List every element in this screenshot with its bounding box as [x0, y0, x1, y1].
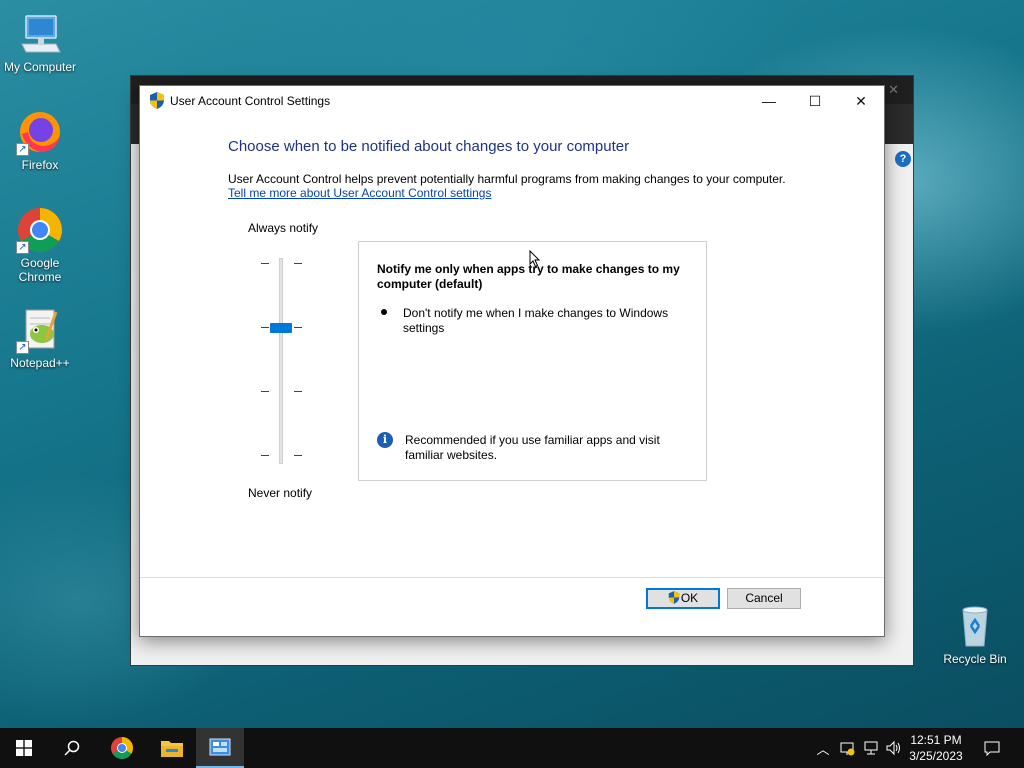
ok-button-label: OK — [680, 591, 699, 605]
slider-top-label: Always notify — [248, 221, 319, 235]
slider-tick — [261, 263, 269, 264]
shortcut-arrow-icon: ↗ — [16, 143, 29, 156]
desktop-icon-notepadpp[interactable]: ↗ Notepad++ — [0, 306, 80, 370]
help-icon[interactable]: ? — [895, 151, 911, 167]
slider-tick — [294, 263, 302, 264]
desktop-icon-label: Notepad++ — [10, 356, 70, 370]
chrome-icon — [111, 737, 133, 759]
desktop-icon-label: Recycle Bin — [943, 652, 1007, 666]
desktop-icon-label: Google Chrome — [18, 256, 62, 284]
notification-slider-thumb[interactable] — [270, 323, 292, 333]
desktop-icon-chrome[interactable]: ↗ Google Chrome — [0, 206, 80, 284]
desktop-icon-label: Firefox — [21, 158, 59, 172]
bullet-icon — [381, 309, 387, 315]
dialog-titlebar[interactable]: User Account Control Settings — ☐ ✕ — [140, 86, 884, 116]
taskbar-chrome[interactable] — [98, 728, 146, 768]
footer-separator — [140, 577, 884, 578]
start-button[interactable] — [0, 728, 48, 768]
slider-tick — [261, 455, 269, 456]
slider-tick — [294, 455, 302, 456]
dialog-description: User Account Control helps prevent poten… — [228, 172, 786, 186]
taskbar-uac-settings[interactable] — [196, 728, 244, 768]
search-icon — [64, 740, 80, 756]
taskbar: ︿ 12:51 PM 3/25/2023 — [0, 728, 1024, 768]
uac-shield-icon — [668, 591, 680, 604]
desktop-icon-label: My Computer — [3, 60, 77, 74]
taskbar-clock[interactable]: 12:51 PM 3/25/2023 — [906, 732, 966, 764]
notification-icon — [984, 741, 1000, 756]
slider-tick — [294, 327, 302, 328]
shortcut-arrow-icon: ↗ — [16, 341, 29, 354]
clock-date: 3/25/2023 — [909, 749, 963, 763]
info-icon: i — [377, 432, 393, 448]
notepadpp-icon: ↗ — [16, 306, 64, 354]
folder-icon — [161, 741, 183, 757]
computer-icon — [16, 10, 64, 58]
uac-shield-icon — [149, 92, 165, 112]
maximize-button[interactable]: ☐ — [792, 86, 838, 116]
firefox-icon: ↗ — [16, 108, 64, 156]
level-description-box: Notify me only when apps try to make cha… — [358, 241, 707, 481]
dialog-heading: Choose when to be notified about changes… — [228, 138, 630, 155]
control-panel-icon — [209, 738, 231, 756]
slider-bottom-label: Never notify — [248, 486, 313, 500]
tray-network-icon[interactable] — [862, 728, 880, 768]
clock-time: 12:51 PM — [910, 733, 962, 747]
chrome-icon: ↗ — [16, 206, 64, 254]
cancel-button[interactable]: Cancel — [727, 588, 801, 609]
learn-more-link[interactable]: Tell me more about User Account Control … — [228, 186, 491, 200]
tray-volume-icon[interactable] — [884, 728, 902, 768]
tray-network-alert-icon[interactable] — [838, 728, 856, 768]
minimize-button[interactable]: — — [746, 86, 792, 116]
ok-button[interactable]: OK — [646, 588, 720, 609]
search-button[interactable] — [48, 728, 96, 768]
taskbar-file-explorer[interactable] — [148, 728, 196, 768]
slider-tick — [261, 391, 269, 392]
windows-logo-icon — [16, 740, 32, 756]
recycle-bin-icon — [951, 602, 999, 650]
level-bullet-text: Don't notify me when I make changes to W… — [403, 306, 669, 335]
tray-chevron-up-icon[interactable]: ︿ — [815, 728, 831, 768]
slider-tick — [294, 391, 302, 392]
desktop-icon-my-computer[interactable]: My Computer — [0, 10, 80, 74]
slider-tick — [261, 327, 269, 328]
desktop-icon-firefox[interactable]: ↗ Firefox — [0, 108, 80, 172]
recommendation-text: Recommended if you use familiar apps and… — [405, 433, 660, 462]
dialog-title: User Account Control Settings — [170, 94, 331, 108]
uac-settings-dialog: User Account Control Settings — ☐ ✕ Choo… — [139, 85, 885, 637]
notification-slider-track[interactable] — [279, 258, 283, 464]
desktop-icon-recycle-bin[interactable]: Recycle Bin — [935, 602, 1015, 666]
background-close-icon[interactable]: ✕ — [888, 82, 899, 98]
shortcut-arrow-icon: ↗ — [16, 241, 29, 254]
action-center-button[interactable] — [980, 728, 1004, 768]
mouse-cursor-icon — [529, 249, 541, 271]
close-button[interactable]: ✕ — [838, 86, 884, 116]
